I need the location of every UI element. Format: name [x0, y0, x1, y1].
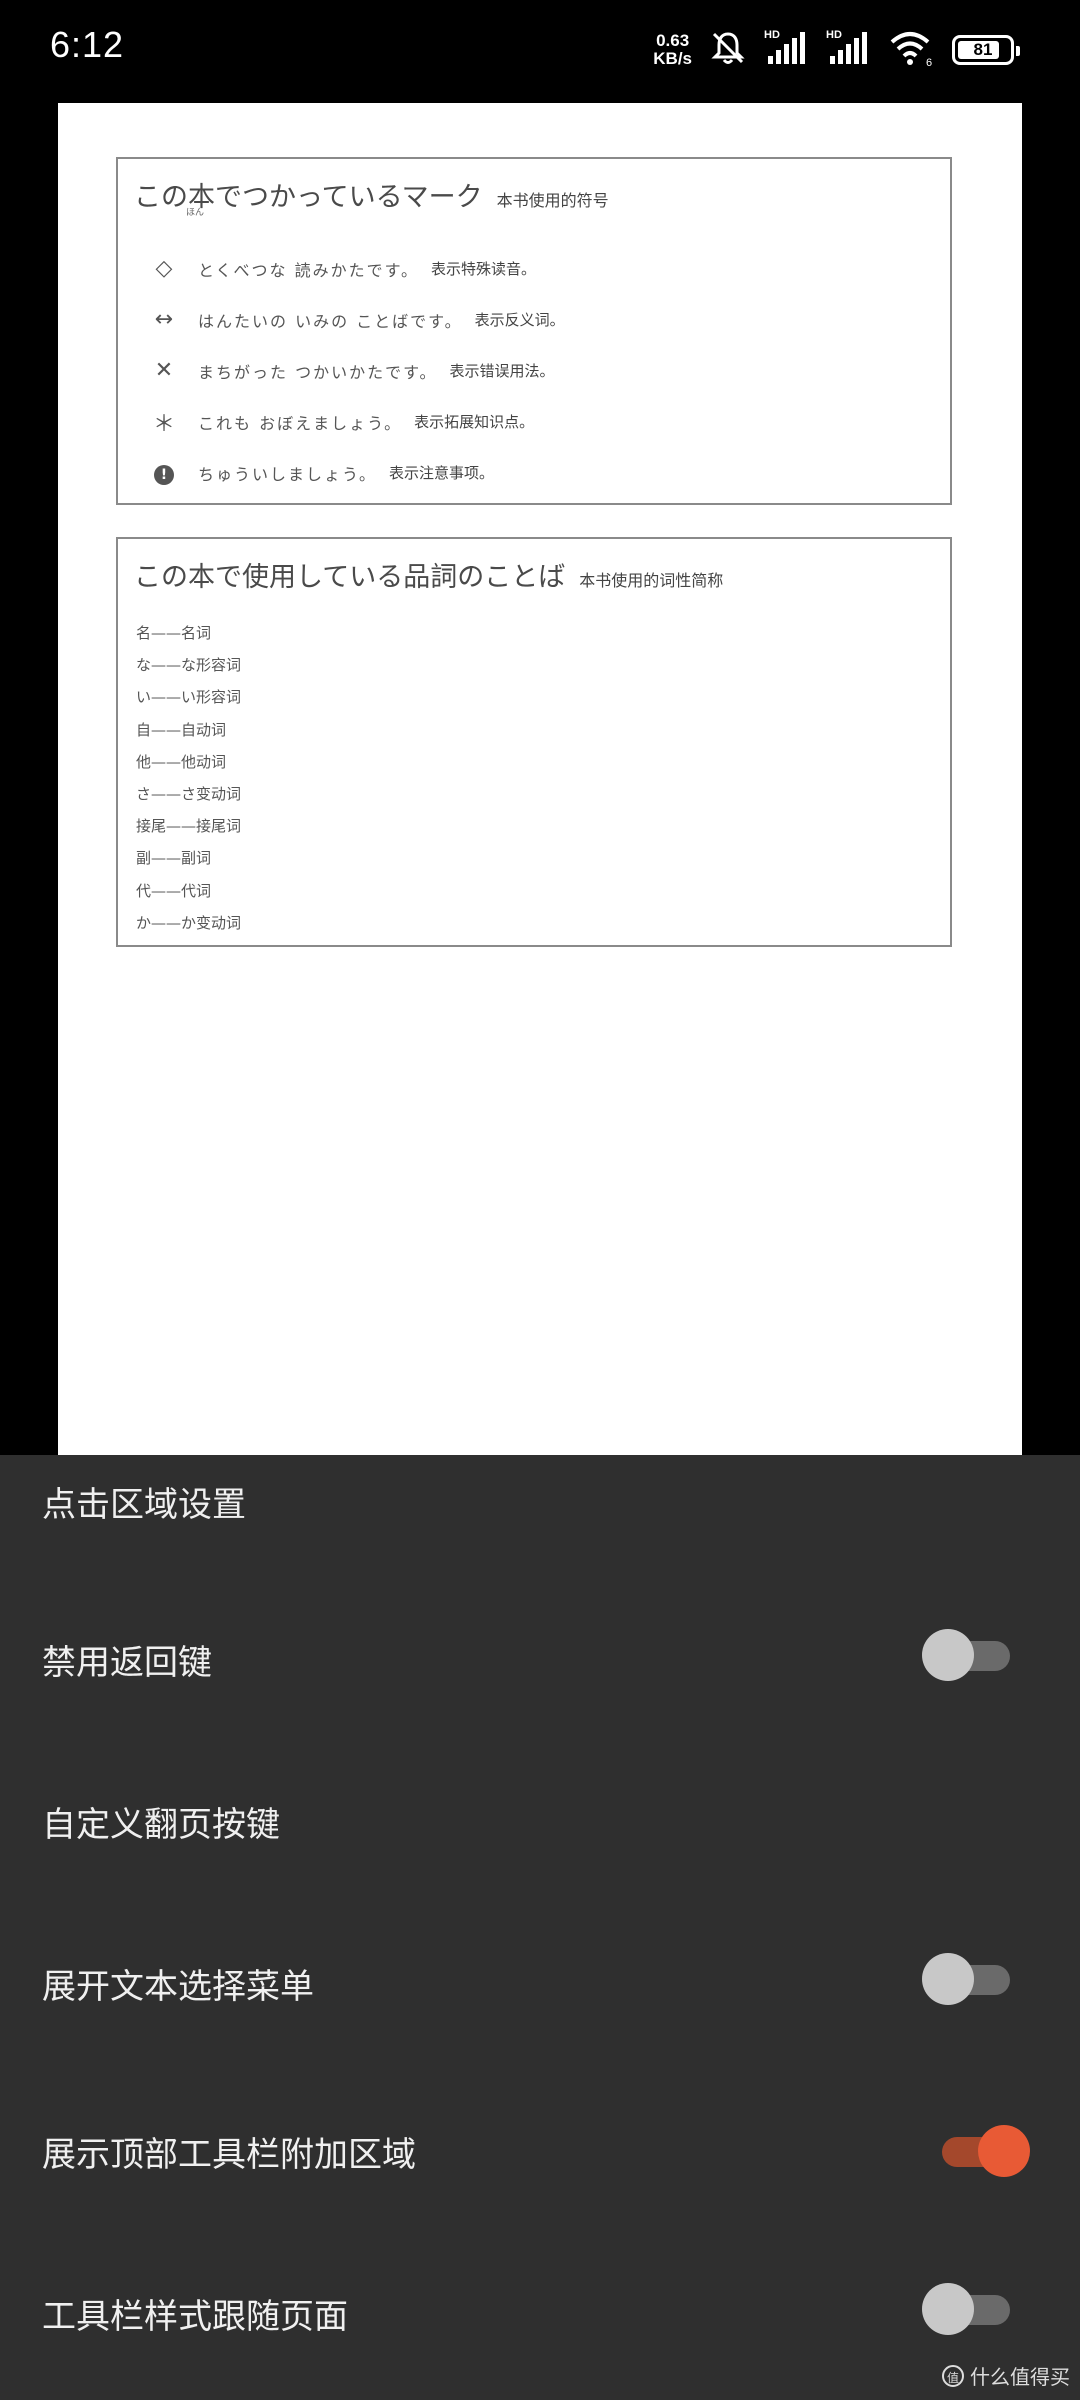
mark-item: ! ちゅういしましょう。 表示注意事项。: [146, 447, 565, 498]
mark-item: ✕ まちがった つかいかたです。 表示错误用法。: [146, 345, 565, 396]
status-time: 6:12: [50, 24, 125, 65]
pos-item: な——な形容词: [136, 656, 242, 675]
marks-legend-box: この本でつかっているマーク 本书使用的符号 ほん ◇ とくべつな 読みかたです。…: [116, 157, 952, 505]
setting-toolbar-follow-page[interactable]: 工具栏样式跟随页面: [0, 2245, 1080, 2400]
setting-show-top-toolbar-area[interactable]: 展示顶部工具栏附加区域: [0, 2085, 1080, 2245]
furigana: ほん: [186, 208, 205, 218]
book-page[interactable]: この本でつかっているマーク 本书使用的符号 ほん ◇ とくべつな 読みかたです。…: [58, 103, 1022, 1455]
mark-jp-text: ちゅういしましょう。: [198, 464, 378, 484]
setting-tap-zone[interactable]: 点击区域设置: [0, 1455, 1080, 1595]
mark-cn-text: 表示拓展知识点。: [414, 413, 535, 431]
pos-title-jp: この本で使用している品詞のことば: [134, 562, 566, 593]
expand-text-menu-toggle[interactable]: [922, 1953, 1010, 2005]
reader-settings-sheet: 点击区域设置 禁用返回键 自定义翻页按键 展开文本选择菜单 展示顶部工具栏附加区…: [0, 1455, 1080, 2400]
setting-expand-text-menu[interactable]: 展开文本选择菜单: [0, 1915, 1080, 2085]
pos-item: 副——副词: [136, 849, 212, 868]
pos-item: か——か变动词: [136, 913, 242, 932]
mark-jp-text: はんたいの いみの ことばです。: [198, 311, 463, 331]
pos-legend-box: この本で使用している品詞のことば 本书使用的词性简称 名——名词 な——な形容词…: [116, 537, 952, 947]
mark-cn-text: 表示错误用法。: [449, 362, 555, 380]
setting-custom-page-keys[interactable]: 自定义翻页按键: [0, 1755, 1080, 1915]
pos-title-cn: 本书使用的词性简称: [579, 571, 724, 590]
mark-cn-text: 表示反义词。: [474, 311, 565, 329]
signal-icon: HD: [764, 28, 810, 72]
setting-label: 点击区域设置: [42, 1485, 246, 1525]
show-top-toolbar-area-toggle[interactable]: [942, 2125, 1030, 2177]
cross-icon: ✕: [154, 358, 174, 383]
pos-item: 名——名词: [136, 624, 212, 642]
wifi-icon: 6: [888, 28, 936, 72]
mark-item: ◇ とくべつな 読みかたです。 表示特殊读音。: [146, 243, 565, 294]
mark-cn-text: 表示特殊读音。: [431, 260, 537, 278]
setting-label: 展开文本选择菜单: [42, 1967, 314, 2007]
setting-label: 自定义翻页按键: [42, 1805, 280, 1845]
pos-item: 代——代词: [136, 881, 212, 900]
network-speed-value: 0.63: [656, 31, 690, 50]
hd-label-1: HD: [764, 29, 780, 41]
setting-disable-back[interactable]: 禁用返回键: [0, 1595, 1080, 1755]
diamond-icon: ◇: [155, 256, 173, 281]
exclamation-icon: !: [146, 460, 182, 485]
battery-level: 81: [973, 40, 993, 59]
disable-back-toggle[interactable]: [922, 1629, 1010, 1681]
hd-label-2: HD: [826, 29, 842, 41]
pos-item: 自——自动词: [136, 720, 227, 739]
mark-cn-text: 表示注意事项。: [389, 464, 495, 482]
battery-cap: [1016, 46, 1020, 56]
setting-label: 展示顶部工具栏附加区域: [42, 2135, 416, 2175]
pos-legend-title: この本で使用している品詞のことば 本书使用的词性简称: [134, 555, 723, 594]
watermark: 值 什么值得买: [942, 2361, 1070, 2390]
mark-item: ＊ これも おぼえましょう。 表示拓展知识点。: [146, 396, 565, 447]
marks-list: ◇ とくべつな 読みかたです。 表示特殊读音。 ↔ はんたいの いみの ことばで…: [146, 243, 565, 498]
wifi-label: 6: [926, 57, 932, 68]
mark-jp-text: まちがった つかいかたです。: [198, 362, 438, 382]
mark-item: ↔ はんたいの いみの ことばです。 表示反义词。: [146, 294, 565, 345]
mark-jp-text: これも おぼえましょう。: [198, 413, 403, 433]
setting-label: 工具栏样式跟随页面: [42, 2297, 348, 2337]
pos-item: 接尾——接尾词: [136, 817, 242, 836]
watermark-text: 什么值得买: [970, 2365, 1070, 2389]
battery-icon: 81: [952, 35, 1020, 65]
mark-jp-text: とくべつな 読みかたです。: [198, 260, 420, 280]
toolbar-follow-page-toggle[interactable]: [922, 2283, 1010, 2335]
asterisk-icon: ＊: [152, 411, 175, 437]
setting-label: 禁用返回键: [42, 1643, 212, 1683]
status-bar: 6:12 0.63 KB/s HD HD 6 81: [0, 0, 1080, 96]
marks-title-cn: 本书使用的符号: [496, 191, 609, 210]
watermark-badge: 值: [942, 2364, 964, 2387]
pos-item: さ——さ变动词: [136, 784, 242, 803]
marks-legend-title: この本でつかっているマーク 本书使用的符号: [134, 175, 609, 214]
network-speed: 0.63 KB/s: [653, 32, 692, 68]
pos-list: 名——名词 な——な形容词 い——い形容词 自——自动词 他——他动词 さ——さ…: [136, 617, 241, 939]
signal-icon: HD: [826, 28, 872, 72]
network-speed-unit: KB/s: [653, 49, 692, 68]
pos-item: 他——他动词: [136, 752, 227, 771]
pos-item: い——い形容词: [136, 688, 242, 707]
mute-bell-icon: [708, 28, 748, 72]
page-content: この本でつかっているマーク 本书使用的符号 ほん ◇ とくべつな 読みかたです。…: [58, 103, 1022, 1455]
status-icons: 0.63 KB/s HD HD 6 81: [653, 28, 1020, 72]
double-arrow-icon: ↔: [154, 307, 174, 332]
